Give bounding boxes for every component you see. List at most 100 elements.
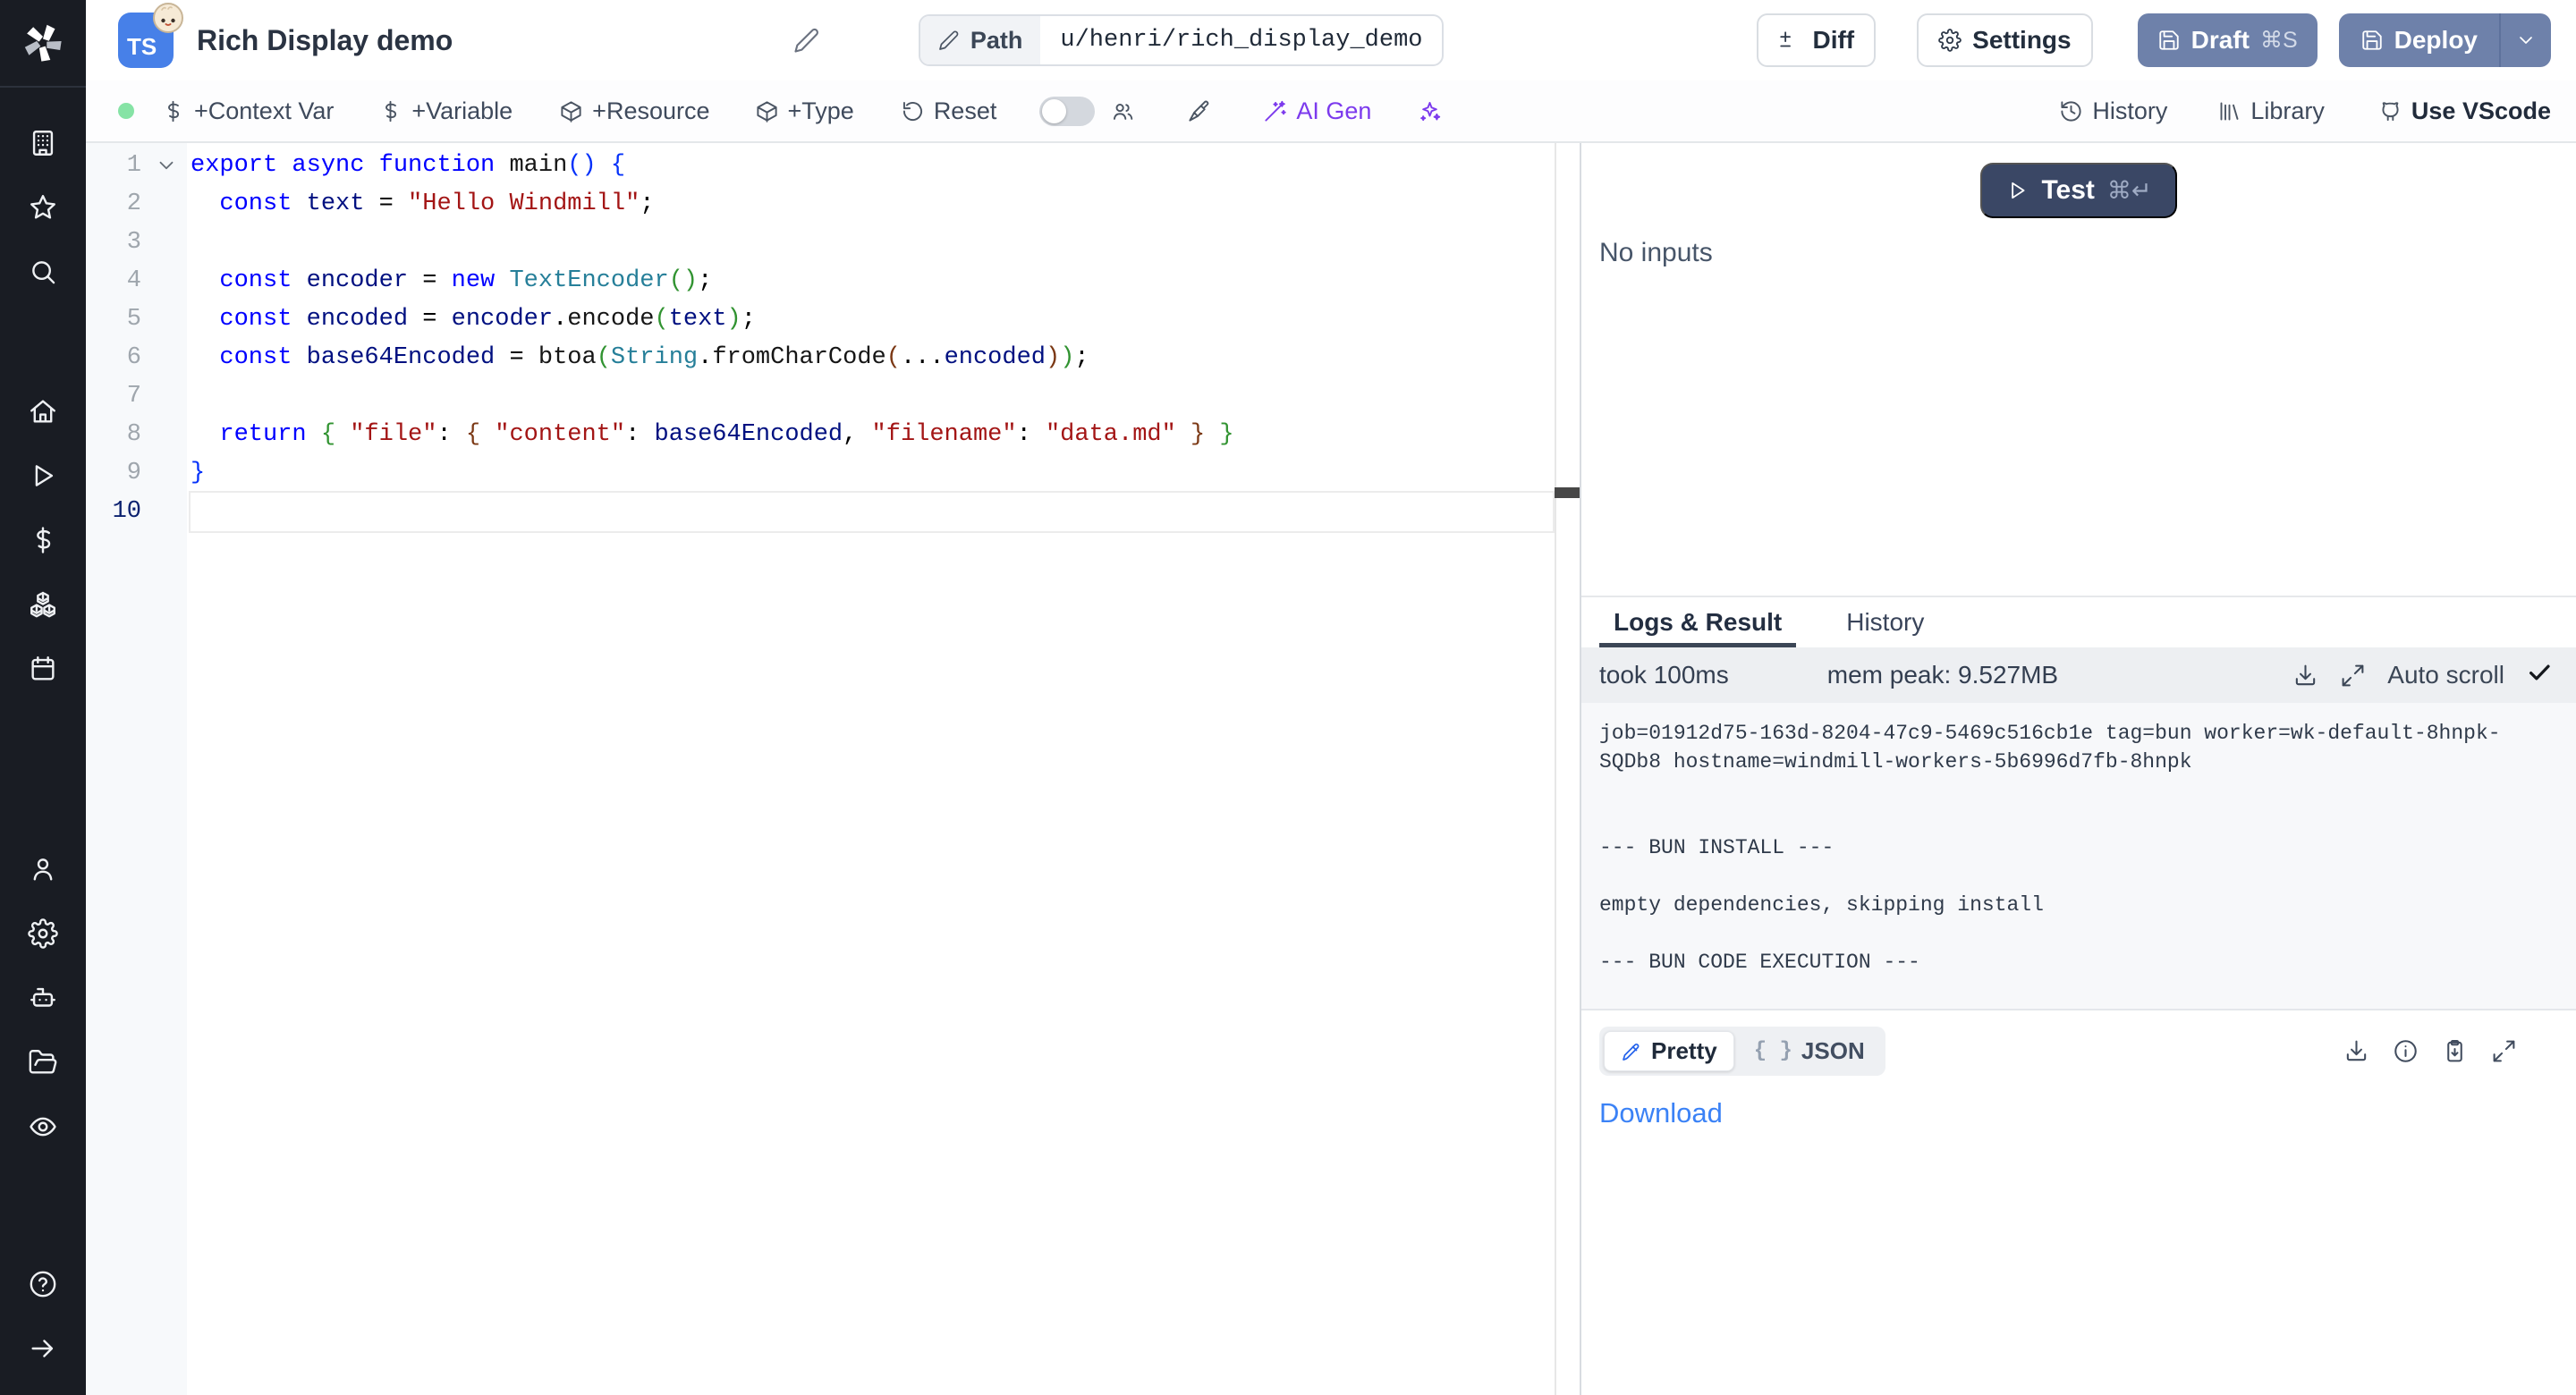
- robot-icon: [28, 983, 58, 1013]
- sparkles-icon: [1418, 99, 1442, 123]
- result-tabs: Logs & Result History: [1581, 596, 2576, 647]
- eye-icon: [28, 1112, 58, 1142]
- magic-wand-icon: [1263, 99, 1287, 123]
- run-inputs-section: Test ⌘↵ No inputs: [1581, 143, 2576, 596]
- pen-icon: [1621, 1041, 1642, 1062]
- sidebar-item-runs[interactable]: [0, 444, 86, 508]
- multiplayer-toggle[interactable]: [1039, 97, 1095, 126]
- cursor-position-mark: [1555, 487, 1580, 498]
- tab-logs-and-result[interactable]: Logs & Result: [1599, 597, 1796, 647]
- run-panel: Test ⌘↵ No inputs Logs & Result History …: [1580, 143, 2576, 1395]
- use-vscode-button[interactable]: Use VScode: [2378, 97, 2551, 125]
- sidebar-item-workers[interactable]: [0, 966, 86, 1030]
- sidebar-item-variables[interactable]: [0, 508, 86, 572]
- star-icon: [28, 192, 58, 223]
- mem-peak: mem peak: 9.527MB: [1827, 661, 2058, 689]
- pencil-icon: [938, 30, 960, 51]
- sidebar-item-home[interactable]: [0, 379, 86, 444]
- diff-button-label: Diff: [1812, 26, 1854, 55]
- search-icon: [28, 257, 58, 287]
- download-logs-icon[interactable]: [2292, 663, 2318, 689]
- save-icon: [2360, 29, 2384, 52]
- download-result-icon[interactable]: [2343, 1038, 2369, 1064]
- dollar-icon: [28, 525, 58, 555]
- sidebar-item-schedules[interactable]: [0, 637, 86, 701]
- sidebar-item-workspace[interactable]: [0, 111, 86, 175]
- result-download-link[interactable]: Download: [1599, 1097, 1723, 1129]
- result-view-json-button[interactable]: { } JSON: [1738, 1032, 1881, 1070]
- settings-button[interactable]: Settings: [1917, 13, 2092, 67]
- edit-summary-button[interactable]: [793, 27, 820, 54]
- expand-result-icon[interactable]: [2491, 1038, 2517, 1064]
- add-variable-button[interactable]: +Variable: [378, 97, 513, 125]
- current-line-highlight: [189, 491, 1555, 533]
- ai-sparkles-button[interactable]: [1418, 99, 1442, 123]
- draft-shortcut: ⌘S: [2260, 27, 2298, 54]
- folder-open-icon: [28, 1047, 58, 1078]
- sidebar-expand-button[interactable]: [0, 1316, 86, 1381]
- path-control[interactable]: Path u/henri/rich_display_demo: [919, 14, 1445, 66]
- library-button[interactable]: Library: [2217, 97, 2325, 125]
- code-lines: export async function main() { const tex…: [191, 147, 1580, 531]
- ai-gen-button[interactable]: AI Gen: [1263, 97, 1371, 125]
- no-inputs-text: No inputs: [1599, 238, 2558, 268]
- pretty-label: Pretty: [1651, 1037, 1717, 1065]
- toggle-knob: [1042, 99, 1066, 123]
- test-button-label: Test: [2041, 175, 2094, 206]
- box-icon: [559, 99, 583, 123]
- code-area[interactable]: export async function main() { const tex…: [187, 143, 1580, 1395]
- gear-icon: [1938, 29, 1962, 52]
- paintbrush-icon: [1187, 99, 1211, 123]
- reset-button[interactable]: Reset: [901, 97, 997, 125]
- code-editor[interactable]: 12345678910 export async function main()…: [86, 143, 1580, 1395]
- format-code-button[interactable]: [1187, 99, 1211, 123]
- connection-status-dot: [118, 103, 134, 119]
- info-icon[interactable]: [2393, 1038, 2419, 1064]
- path-value[interactable]: u/henri/rich_display_demo: [1040, 16, 1442, 64]
- vscode-cat-icon: [2378, 99, 2402, 123]
- sidebar-item-users[interactable]: [0, 837, 86, 901]
- copy-clipboard-icon[interactable]: [2442, 1038, 2468, 1064]
- tab-history[interactable]: History: [1832, 597, 1938, 647]
- braces-icon: { }: [1754, 1039, 1792, 1063]
- deploy-button[interactable]: Deploy: [2339, 13, 2499, 67]
- deploy-dropdown-button[interactable]: [2501, 13, 2551, 67]
- arrow-right-icon: [28, 1333, 58, 1364]
- building-icon: [28, 128, 58, 158]
- add-type-button[interactable]: +Type: [755, 97, 854, 125]
- sidebar-item-help[interactable]: [0, 1252, 86, 1316]
- add-resource-button[interactable]: +Resource: [559, 97, 709, 125]
- users-icon: [1111, 99, 1135, 123]
- sidebar-item-settings[interactable]: [0, 901, 86, 966]
- sidebar-item-folders[interactable]: [0, 1030, 86, 1095]
- sidebar-item-audit-logs[interactable]: [0, 1095, 86, 1159]
- ai-gen-label: AI Gen: [1296, 97, 1371, 125]
- dollar-icon: [378, 99, 402, 123]
- windmill-logo[interactable]: [0, 0, 86, 88]
- fold-chevron-icon[interactable]: [155, 154, 178, 185]
- add-context-var-label: +Context Var: [194, 97, 334, 125]
- auto-scroll-checkbox[interactable]: [2526, 659, 2553, 692]
- overview-ruler[interactable]: [1555, 143, 1580, 1395]
- path-edit-button[interactable]: Path: [920, 16, 1041, 64]
- history-button[interactable]: History: [2059, 97, 2167, 125]
- chevron-down-icon: [2515, 30, 2537, 51]
- sidebar-item-favorites[interactable]: [0, 175, 86, 240]
- auto-scroll-label: Auto scroll: [2387, 661, 2504, 689]
- expand-logs-icon[interactable]: [2340, 663, 2366, 689]
- logs-output: job=01912d75-163d-8204-47c9-5469c516cb1e…: [1599, 719, 2558, 976]
- gutter-numbers: 12345678910: [86, 147, 187, 531]
- home-icon: [28, 396, 58, 427]
- user-icon: [28, 854, 58, 884]
- sidebar-item-search[interactable]: [0, 240, 86, 304]
- multiplayer-users-button[interactable]: [1111, 99, 1135, 123]
- test-run-button[interactable]: Test ⌘↵: [1980, 163, 2176, 218]
- diff-button[interactable]: Diff: [1757, 13, 1876, 67]
- library-label: Library: [2250, 97, 2325, 125]
- result-view-pretty-button[interactable]: Pretty: [1604, 1031, 1734, 1071]
- save-draft-button[interactable]: Draft ⌘S: [2138, 13, 2318, 67]
- add-context-var-button[interactable]: +Context Var: [161, 97, 334, 125]
- use-vscode-label: Use VScode: [2411, 97, 2551, 125]
- logs-section[interactable]: job=01912d75-163d-8204-47c9-5469c516cb1e…: [1581, 703, 2576, 1009]
- sidebar-item-resources[interactable]: [0, 572, 86, 637]
